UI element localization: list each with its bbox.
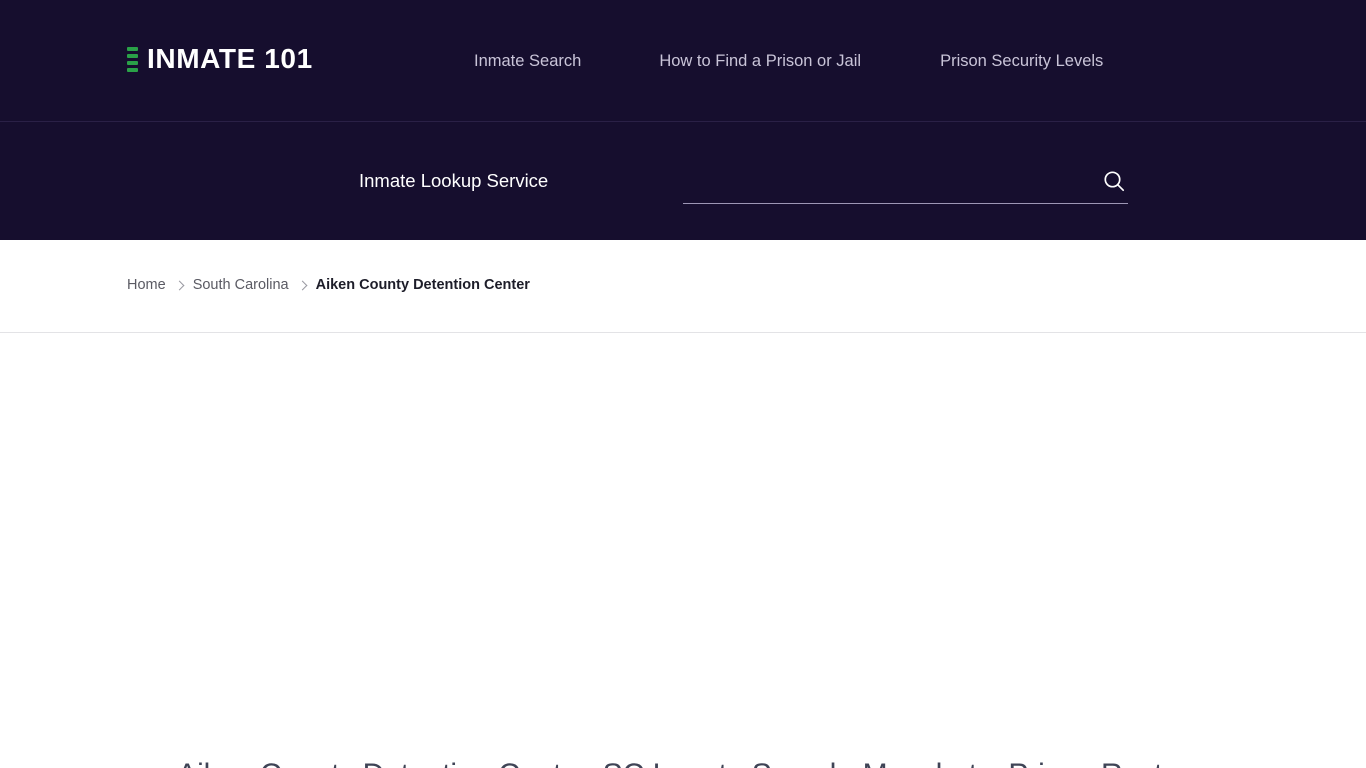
- nav-item-prison-security-levels[interactable]: Prison Security Levels: [940, 49, 1103, 73]
- site-logo[interactable]: INMATE 101: [127, 45, 313, 73]
- search-input[interactable]: [683, 162, 1088, 202]
- search-field-wrapper: [683, 162, 1128, 204]
- nav-item-how-to-find-a-prison-or-jail[interactable]: How to Find a Prison or Jail: [659, 49, 861, 73]
- main-navigation: Inmate Search How to Find a Prison or Ja…: [474, 49, 1103, 73]
- chevron-right-icon: [297, 280, 308, 290]
- breadcrumb: Home South Carolina Aiken County Detenti…: [127, 275, 530, 295]
- page-title: Aiken County Detention Center, SC Inmate…: [0, 756, 1366, 768]
- lookup-service-label: Inmate Lookup Service: [359, 170, 549, 191]
- site-header: INMATE 101 Inmate Search How to Find a P…: [0, 0, 1366, 122]
- search-submit-button[interactable]: [1100, 168, 1128, 196]
- breadcrumb-bar: Home South Carolina Aiken County Detenti…: [0, 240, 1366, 333]
- main-content: Aiken County Detention Center, SC Inmate…: [0, 333, 1366, 768]
- search-icon: [1104, 171, 1125, 192]
- breadcrumb-item-home[interactable]: Home: [127, 275, 166, 295]
- breadcrumb-item-current: Aiken County Detention Center: [315, 277, 530, 293]
- bars-icon: [127, 46, 138, 73]
- breadcrumb-item-state[interactable]: South Carolina: [193, 275, 289, 295]
- nav-item-inmate-search[interactable]: Inmate Search: [474, 49, 581, 73]
- inmate-lookup-bar: Inmate Lookup Service: [0, 122, 1366, 240]
- chevron-right-icon: [174, 280, 185, 290]
- logo-text: INMATE 101: [147, 43, 313, 74]
